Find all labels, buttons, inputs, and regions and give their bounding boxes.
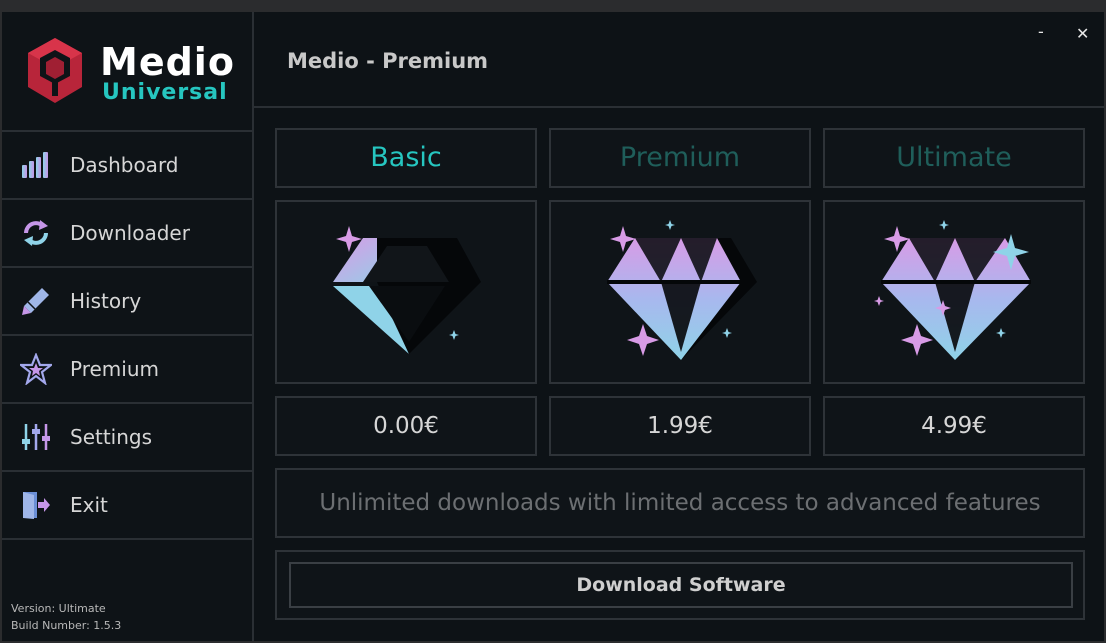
- sidebar-item-exit[interactable]: Exit: [2, 472, 252, 540]
- download-software-button[interactable]: Download Software: [289, 562, 1073, 608]
- sidebar-item-label: History: [70, 289, 142, 313]
- sidebar: Medio Universal Dashboard Downloader His…: [2, 12, 254, 641]
- diamond-icon: [607, 220, 757, 360]
- tier-title: Basic: [370, 142, 442, 173]
- sidebar-item-label: Settings: [70, 425, 153, 449]
- tier-image-ultimate: [823, 200, 1085, 384]
- diamond-icon: [333, 226, 481, 354]
- sidebar-item-history[interactable]: History: [2, 268, 252, 336]
- brand-subtitle: Universal: [102, 80, 228, 105]
- tier-title: Premium: [619, 142, 741, 173]
- sidebar-item-dashboard[interactable]: Dashboard: [2, 132, 252, 200]
- exit-door-icon: [23, 492, 50, 519]
- price-premium: 1.99€: [549, 396, 811, 456]
- bar-chart-icon: [22, 152, 48, 178]
- tier-tab-ultimate[interactable]: Ultimate: [823, 128, 1085, 188]
- header: Medio - Premium - ✕: [254, 12, 1104, 108]
- sliders-icon: [22, 424, 50, 450]
- sidebar-item-label: Exit: [70, 493, 108, 517]
- sidebar-item-label: Dashboard: [70, 153, 179, 177]
- sidebar-item-label: Downloader: [70, 221, 190, 245]
- sync-icon: [24, 220, 48, 246]
- minimize-button[interactable]: -: [1038, 22, 1044, 41]
- price-text: 4.99€: [921, 413, 987, 439]
- page-title: Medio - Premium: [287, 49, 489, 73]
- sidebar-item-settings[interactable]: Settings: [2, 404, 252, 472]
- tier-image-premium: [549, 200, 811, 384]
- main-panel: Medio - Premium - ✕ Basic Premium Ultima…: [254, 12, 1104, 641]
- close-button[interactable]: ✕: [1076, 24, 1089, 43]
- price-ultimate: 4.99€: [823, 396, 1085, 456]
- diamond-icon: [874, 220, 1031, 360]
- sidebar-item-label: Premium: [70, 357, 159, 381]
- sidebar-item-premium[interactable]: Premium: [2, 336, 252, 404]
- version-info: Version: Ultimate Build Number: 1.5.3: [11, 600, 121, 634]
- app-window: Medio Universal Dashboard Downloader His…: [2, 12, 1104, 641]
- sidebar-item-downloader[interactable]: Downloader: [2, 200, 252, 268]
- price-text: 0.00€: [373, 413, 439, 439]
- tier-tab-premium[interactable]: Premium: [549, 128, 811, 188]
- tier-image-basic: [275, 200, 537, 384]
- pencil-icon: [22, 288, 49, 315]
- star-icon: [20, 353, 52, 385]
- price-basic: 0.00€: [275, 396, 537, 456]
- description-text: Unlimited downloads with limited access …: [319, 490, 1041, 516]
- tier-description: Unlimited downloads with limited access …: [275, 468, 1085, 538]
- brand-logo: Medio Universal: [2, 12, 252, 132]
- price-text: 1.99€: [647, 413, 713, 439]
- tier-tab-basic[interactable]: Basic: [275, 128, 537, 188]
- version-text: Version: Ultimate: [11, 602, 106, 615]
- tier-title: Ultimate: [896, 142, 1012, 173]
- brand-title: Medio: [100, 40, 235, 84]
- build-number-text: Build Number: 1.5.3: [11, 619, 122, 632]
- cube-logo-icon: [28, 38, 82, 103]
- download-panel: Download Software: [275, 550, 1085, 620]
